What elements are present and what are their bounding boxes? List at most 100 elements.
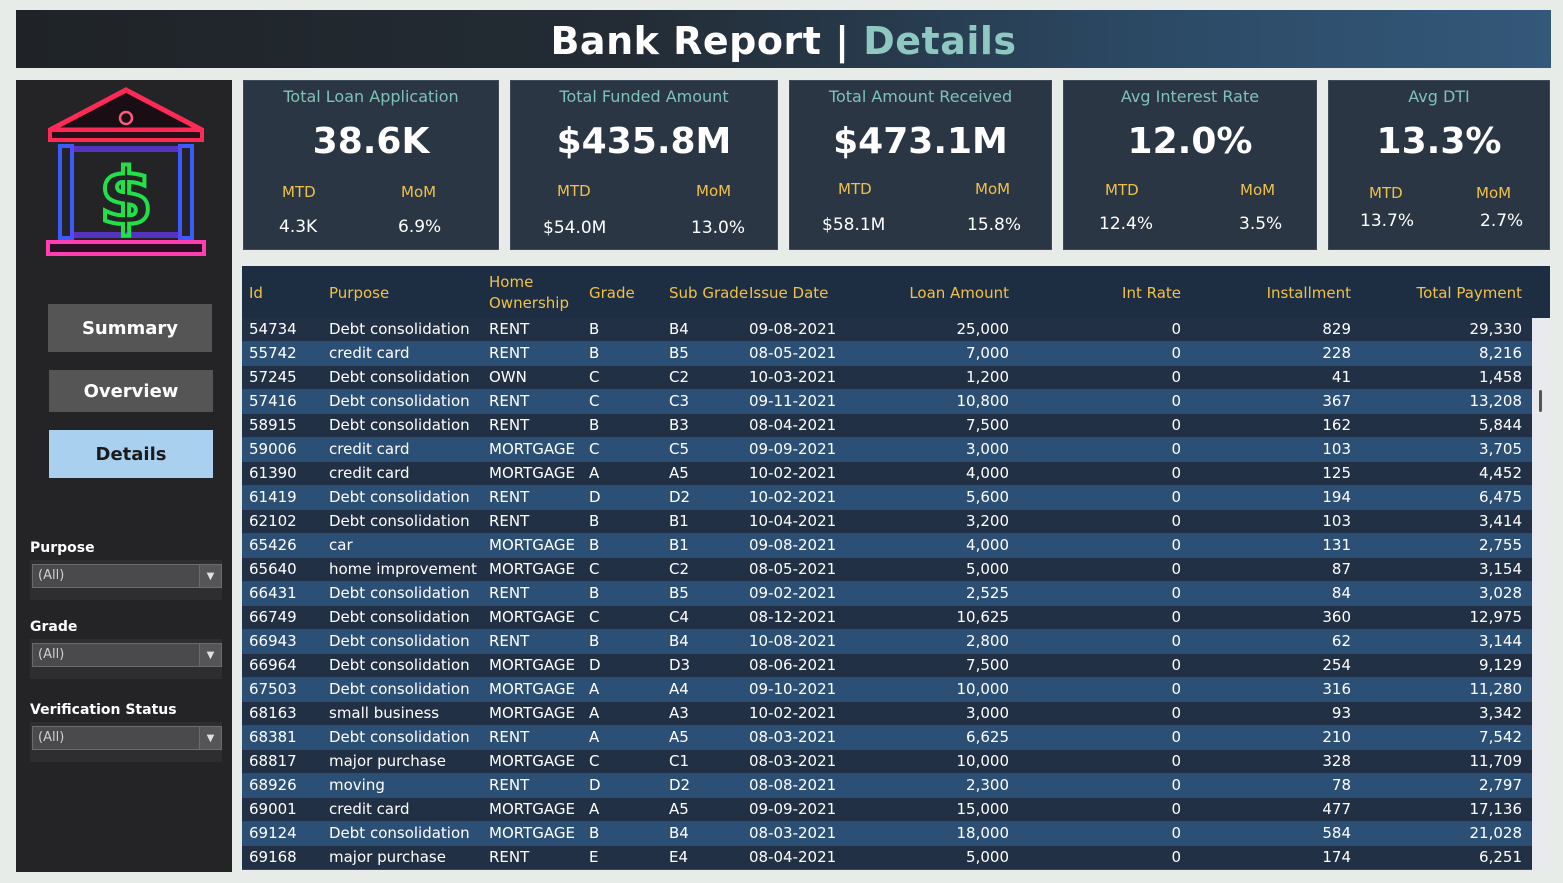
vertical-scrollbar[interactable] xyxy=(1532,318,1550,870)
scrollbar-thumb[interactable] xyxy=(1539,390,1542,412)
kpi-title: Total Loan Application xyxy=(283,87,459,106)
chevron-down-icon[interactable]: ▼ xyxy=(199,644,221,666)
cell-loan-amount: 5,600 xyxy=(966,488,1009,506)
kpi-mtd-label: MTD xyxy=(1369,184,1403,202)
cell-home-ownership: MORTGAGE xyxy=(489,464,575,482)
kpi-total-funded-amount: Total Funded Amount $435.8M MTD MoM $54.… xyxy=(510,80,778,250)
cell-issue-date: 08-03-2021 xyxy=(749,824,837,842)
cell-int-rate: 0 xyxy=(1171,800,1181,818)
cell-sub-grade: D2 xyxy=(669,776,691,794)
cell-sub-grade: B4 xyxy=(669,320,689,338)
cell-purpose: major purchase xyxy=(329,848,446,866)
cell-grade: B xyxy=(589,536,600,554)
col-int-rate-header[interactable]: Int Rate xyxy=(1122,283,1181,304)
summary-button[interactable]: Summary xyxy=(48,304,212,352)
table-row[interactable]: 68926 moving RENT D D2 08-08-2021 2,300 0 78 2,79… xyxy=(242,774,1532,798)
kpi-mom-label: MoM xyxy=(975,180,1011,198)
cell-total-payment: 4,452 xyxy=(1479,464,1522,482)
cell-issue-date: 09-09-2021 xyxy=(749,440,837,458)
table-row[interactable]: 65640 home improvement MORTGAGE C C2 08-05-20… xyxy=(242,558,1532,582)
col-id-header[interactable]: Id xyxy=(249,283,263,304)
cell-id: 69001 xyxy=(249,800,297,818)
cell-installment: 174 xyxy=(1322,848,1351,866)
cell-home-ownership: MORTGAGE xyxy=(489,560,575,578)
table-row[interactable]: 66943 Debt consolidation RENT B B4 10-08-2021… xyxy=(242,630,1532,654)
kpi-title: Avg Interest Rate xyxy=(1120,87,1260,106)
verification-status-select-value: (All) xyxy=(38,730,65,745)
purpose-select[interactable]: (All) ▼ xyxy=(32,564,222,588)
cell-home-ownership: MORTGAGE xyxy=(489,800,575,818)
chevron-down-icon[interactable]: ▼ xyxy=(199,727,221,749)
col-installment-header[interactable]: Installment xyxy=(1267,283,1351,304)
table-row[interactable]: 57245 Debt consolidation OWN C C2 10-03-2021 1… xyxy=(242,366,1532,390)
table-row[interactable]: 54734 Debt consolidation RENT B B4 09-08-2021… xyxy=(242,318,1532,342)
cell-loan-amount: 5,000 xyxy=(966,560,1009,578)
table-row[interactable]: 68817 major purchase MORTGAGE C C1 08-03-2021… xyxy=(242,750,1532,774)
table-row[interactable]: 61419 Debt consolidation RENT D D2 10-02-2021… xyxy=(242,486,1532,510)
cell-grade: C xyxy=(589,368,600,386)
table-row[interactable]: 68163 small business MORTGAGE A A3 10-02-2021… xyxy=(242,702,1532,726)
details-button[interactable]: Details xyxy=(49,430,213,478)
cell-sub-grade: C2 xyxy=(669,368,690,386)
cell-id: 66749 xyxy=(249,608,297,626)
chevron-down-icon[interactable]: ▼ xyxy=(199,565,221,587)
cell-id: 57245 xyxy=(249,368,297,386)
table-row[interactable]: 57416 Debt consolidation RENT C C3 09-11-2021… xyxy=(242,390,1532,414)
cell-id: 68163 xyxy=(249,704,297,722)
table-row[interactable]: 66964 Debt consolidation MORTGAGE D D3 08-06-… xyxy=(242,654,1532,678)
table-row[interactable]: 65426 car MORTGAGE B B1 09-08-2021 4,000 0 131 2,… xyxy=(242,534,1532,558)
sidebar: $ Summary Overview Details Purpose (All)… xyxy=(16,80,232,872)
col-grade-header[interactable]: Grade xyxy=(589,283,635,304)
table-row[interactable]: 69124 Debt consolidation MORTGAGE B B4 08-03-… xyxy=(242,822,1532,846)
cell-sub-grade: B4 xyxy=(669,632,689,650)
table-row[interactable]: 69168 major purchase RENT E E4 08-04-2021 5,00… xyxy=(242,846,1532,870)
verification-status-filter: Verification Status (All) ▼ xyxy=(30,702,222,762)
col-sub-grade-header[interactable]: Sub Grade xyxy=(669,283,748,304)
cell-total-payment: 9,129 xyxy=(1479,656,1522,674)
table-row[interactable]: 66749 Debt consolidation MORTGAGE C C4 08-12-… xyxy=(242,606,1532,630)
verification-status-select[interactable]: (All) ▼ xyxy=(32,726,222,750)
cell-id: 61390 xyxy=(249,464,297,482)
col-home-ownership-header[interactable]: Home Ownership xyxy=(489,272,569,314)
col-issue-date-header[interactable]: Issue Date xyxy=(749,283,828,304)
col-loan-amount-header[interactable]: Loan Amount xyxy=(909,283,1009,304)
cell-loan-amount: 3,000 xyxy=(966,440,1009,458)
cell-loan-amount: 25,000 xyxy=(956,320,1010,338)
table-row[interactable]: 69001 credit card MORTGAGE A A5 09-09-2021 15,… xyxy=(242,798,1532,822)
table-row[interactable]: 67503 Debt consolidation MORTGAGE A A4 09-10-… xyxy=(242,678,1532,702)
cell-issue-date: 09-02-2021 xyxy=(749,584,837,602)
table-row[interactable]: 61390 credit card MORTGAGE A A5 10-02-2021 4,0… xyxy=(242,462,1532,486)
cell-loan-amount: 4,000 xyxy=(966,464,1009,482)
cell-sub-grade: C3 xyxy=(669,392,690,410)
table-row[interactable]: 66431 Debt consolidation RENT B B5 09-02-2021… xyxy=(242,582,1532,606)
cell-purpose: credit card xyxy=(329,800,410,818)
overview-button[interactable]: Overview xyxy=(49,370,213,412)
table-row[interactable]: 59006 credit card MORTGAGE C C5 09-09-2021 3,0… xyxy=(242,438,1532,462)
cell-issue-date: 09-11-2021 xyxy=(749,392,837,410)
cell-grade: B xyxy=(589,320,600,338)
cell-issue-date: 08-04-2021 xyxy=(749,416,837,434)
grade-select[interactable]: (All) ▼ xyxy=(32,643,222,667)
cell-id: 55742 xyxy=(249,344,297,362)
table-row[interactable]: 58915 Debt consolidation RENT B B3 08-04-2021… xyxy=(242,414,1532,438)
cell-installment: 87 xyxy=(1331,560,1351,578)
title-subtitle: Details xyxy=(863,19,1017,63)
cell-int-rate: 0 xyxy=(1171,824,1181,842)
kpi-mtd-value: 13.7% xyxy=(1360,211,1415,231)
cell-loan-amount: 2,525 xyxy=(966,584,1009,602)
table-row[interactable]: 62102 Debt consolidation RENT B B1 10-04-2021… xyxy=(242,510,1532,534)
col-purpose-header[interactable]: Purpose xyxy=(329,283,389,304)
col-total-payment-header[interactable]: Total Payment xyxy=(1417,283,1522,304)
cell-total-payment: 7,542 xyxy=(1479,728,1522,746)
kpi-mtd-label: MTD xyxy=(838,180,872,198)
cell-issue-date: 08-03-2021 xyxy=(749,752,837,770)
cell-id: 69124 xyxy=(249,824,297,842)
cell-total-payment: 11,280 xyxy=(1469,680,1523,698)
cell-total-payment: 6,475 xyxy=(1479,488,1522,506)
cell-issue-date: 08-03-2021 xyxy=(749,728,837,746)
table-row[interactable]: 68381 Debt consolidation RENT A A5 08-03-2021… xyxy=(242,726,1532,750)
cell-installment: 316 xyxy=(1322,680,1351,698)
cell-purpose: Debt consolidation xyxy=(329,416,470,434)
cell-purpose: Debt consolidation xyxy=(329,632,470,650)
table-row[interactable]: 55742 credit card RENT B B5 08-05-2021 7,000 0 2… xyxy=(242,342,1532,366)
